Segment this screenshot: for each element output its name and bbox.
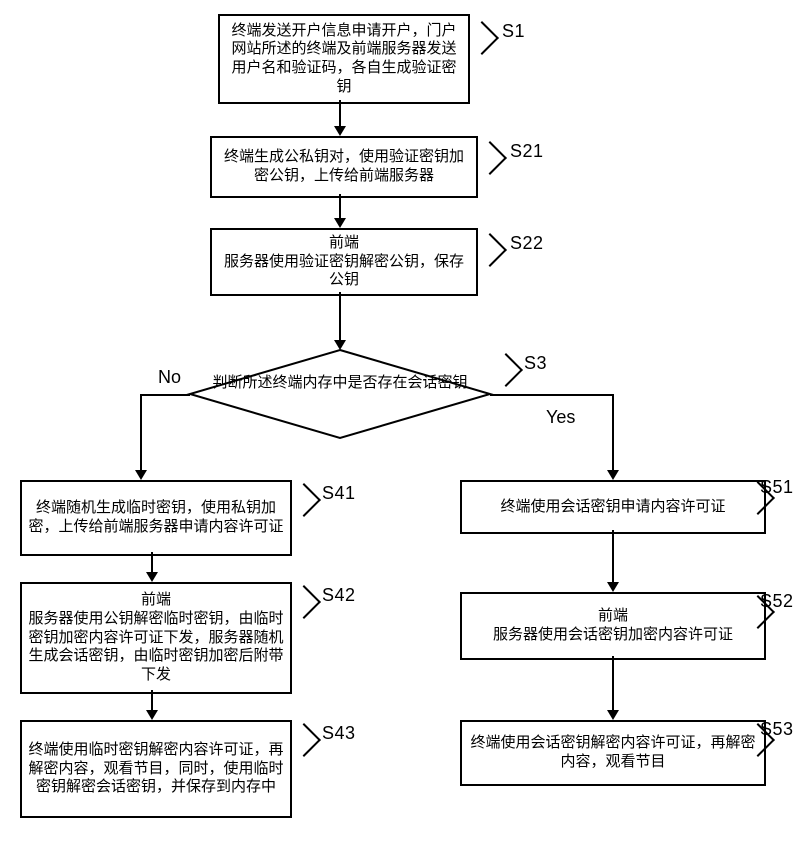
edge-s21-s22-head — [334, 218, 346, 228]
node-s53-text: 终端使用会话密钥解密内容许可证，再解密内容，观看节目 — [468, 734, 758, 772]
node-s52: 前端 服务器使用会话密钥加密内容许可证 — [460, 592, 766, 660]
node-s42: 前端 服务器使用公钥解密临时密钥，由临时密钥加密内容许可证下发，服务器随机生成会… — [20, 582, 292, 694]
label-s22: S22 — [510, 232, 544, 255]
node-s1: 终端发送开户信息申请开户，门户网站所述的终端及前端服务器发送用户名和验证码，各自… — [218, 14, 470, 104]
label-s3: S3 — [524, 352, 547, 375]
leader-s3 — [489, 353, 523, 387]
edge-s52-s53-head — [607, 710, 619, 720]
edge-s3-s51-v — [612, 394, 614, 472]
edge-s42-s43-head — [146, 710, 158, 720]
label-s52: S52 — [760, 590, 794, 613]
leader-s1 — [465, 21, 499, 55]
label-s53: S53 — [760, 718, 794, 741]
edge-s22-s3 — [339, 292, 341, 342]
node-s41: 终端随机生成临时密钥，使用私钥加密，上传给前端服务器申请内容许可证 — [20, 480, 292, 556]
label-s1: S1 — [502, 20, 525, 43]
leader-s22 — [473, 233, 507, 267]
node-s52-text: 前端 服务器使用会话密钥加密内容许可证 — [468, 607, 758, 645]
node-s43: 终端使用临时密钥解密内容许可证，再解密内容，观看节目，同时，使用临时密钥解密会话… — [20, 720, 292, 818]
label-s51: S51 — [760, 476, 794, 499]
edge-s21-s22 — [339, 194, 341, 220]
edge-s41-s42-head — [146, 572, 158, 582]
edge-s1-s21 — [339, 100, 341, 128]
node-s41-text: 终端随机生成临时密钥，使用私钥加密，上传给前端服务器申请内容许可证 — [28, 499, 284, 537]
edge-s3-s41-v — [140, 394, 142, 472]
edge-s51-s52-head — [607, 582, 619, 592]
node-s51: 终端使用会话密钥申请内容许可证 — [460, 480, 766, 534]
edge-s52-s53 — [612, 656, 614, 712]
edge-s1-s21-head — [334, 126, 346, 136]
node-s3 — [190, 350, 490, 438]
label-s43: S43 — [322, 722, 356, 745]
edge-s51-s52 — [612, 530, 614, 584]
node-s22-text: 前端 服务器使用验证密钥解密公钥，保存公钥 — [218, 234, 470, 290]
leader-s41 — [287, 483, 321, 517]
edge-s3-s41-h — [140, 394, 190, 396]
node-s22: 前端 服务器使用验证密钥解密公钥，保存公钥 — [210, 228, 478, 296]
node-s1-text: 终端发送开户信息申请开户，门户网站所述的终端及前端服务器发送用户名和验证码，各自… — [226, 22, 462, 97]
edge-s42-s43 — [151, 690, 153, 712]
branch-no-label: No — [158, 366, 181, 389]
node-s53: 终端使用会话密钥解密内容许可证，再解密内容，观看节目 — [460, 720, 766, 786]
node-s21-text: 终端生成公私钥对，使用验证密钥加密公钥，上传给前端服务器 — [218, 148, 470, 186]
label-s41: S41 — [322, 482, 356, 505]
node-s42-text: 前端 服务器使用公钥解密临时密钥，由临时密钥加密内容许可证下发，服务器随机生成会… — [28, 591, 284, 685]
branch-yes-label: Yes — [546, 406, 575, 429]
node-s51-text: 终端使用会话密钥申请内容许可证 — [468, 498, 758, 517]
leader-s43 — [287, 723, 321, 757]
label-s42: S42 — [322, 584, 356, 607]
label-s21: S21 — [510, 140, 544, 163]
edge-s22-s3-head — [334, 340, 346, 350]
node-s3-text: 判断所述终端内存中是否存在会话密钥 — [210, 374, 470, 393]
node-s21: 终端生成公私钥对，使用验证密钥加密公钥，上传给前端服务器 — [210, 136, 478, 198]
edge-s3-s41-head — [135, 470, 147, 480]
edge-s41-s42 — [151, 552, 153, 574]
leader-s21 — [473, 141, 507, 175]
node-s43-text: 终端使用临时密钥解密内容许可证，再解密内容，观看节目，同时，使用临时密钥解密会话… — [28, 741, 284, 797]
leader-s42 — [287, 585, 321, 619]
edge-s3-s51-h — [490, 394, 612, 396]
edge-s3-s51-head — [607, 470, 619, 480]
